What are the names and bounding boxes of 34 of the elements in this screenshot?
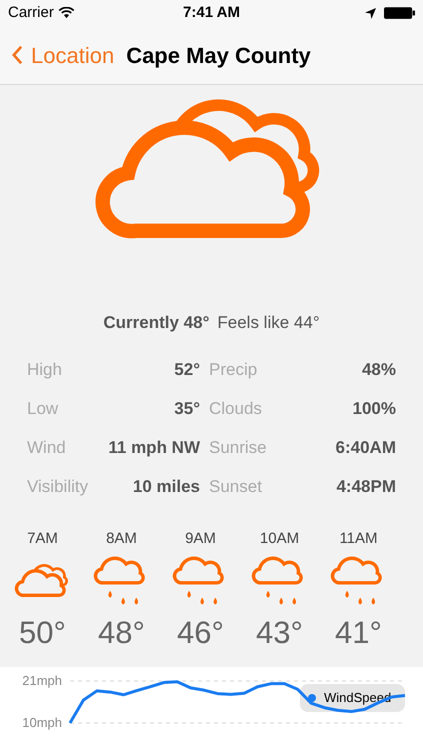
hour-label: 10AM [260, 528, 300, 548]
hour-temperature: 46° [177, 617, 224, 648]
carrier-label: Carrier [8, 2, 54, 23]
detail-label: Low [27, 398, 60, 420]
detail-label: High [27, 359, 63, 382]
detail-label: Visibility [27, 476, 90, 498]
current-temperature: Currently 48° [103, 312, 210, 334]
detail-value: 6:40AM [334, 437, 396, 460]
detail-label: Sunrise [209, 437, 268, 460]
detail-label: Precip [209, 359, 258, 382]
detail-value: 52° [173, 359, 200, 382]
detail-value: 11 mph NW [107, 437, 200, 460]
hour-label: 9AM [185, 528, 216, 548]
hour-temperature: 43° [256, 617, 303, 648]
detail-value: 100% [352, 398, 396, 420]
hour-temperature: 41° [335, 617, 382, 648]
detail-label: Sunset [209, 476, 263, 498]
clock-time: 7:41 AM [183, 2, 240, 23]
hour-label: 7AM [27, 528, 58, 548]
hour-temperature: 50° [19, 617, 66, 648]
detail-value: 35° [173, 398, 200, 420]
detail-label: Clouds [209, 398, 263, 420]
hour-label: 8AM [106, 528, 137, 548]
nav-title: Cape May County [126, 42, 311, 70]
detail-value: 48% [360, 359, 396, 382]
hour-label: 11AM [339, 528, 378, 548]
detail-value: 4:48PM [335, 476, 396, 498]
axis-label: 21mph [22, 673, 62, 688]
detail-value: 10 miles [132, 476, 200, 498]
axis-label: 10mph [22, 715, 62, 730]
detail-label: Wind [27, 437, 67, 460]
back-button[interactable]: Location [12, 38, 114, 72]
hour-temperature: 48° [98, 617, 145, 648]
feels-like-temperature: Feels like 44° [217, 312, 320, 334]
